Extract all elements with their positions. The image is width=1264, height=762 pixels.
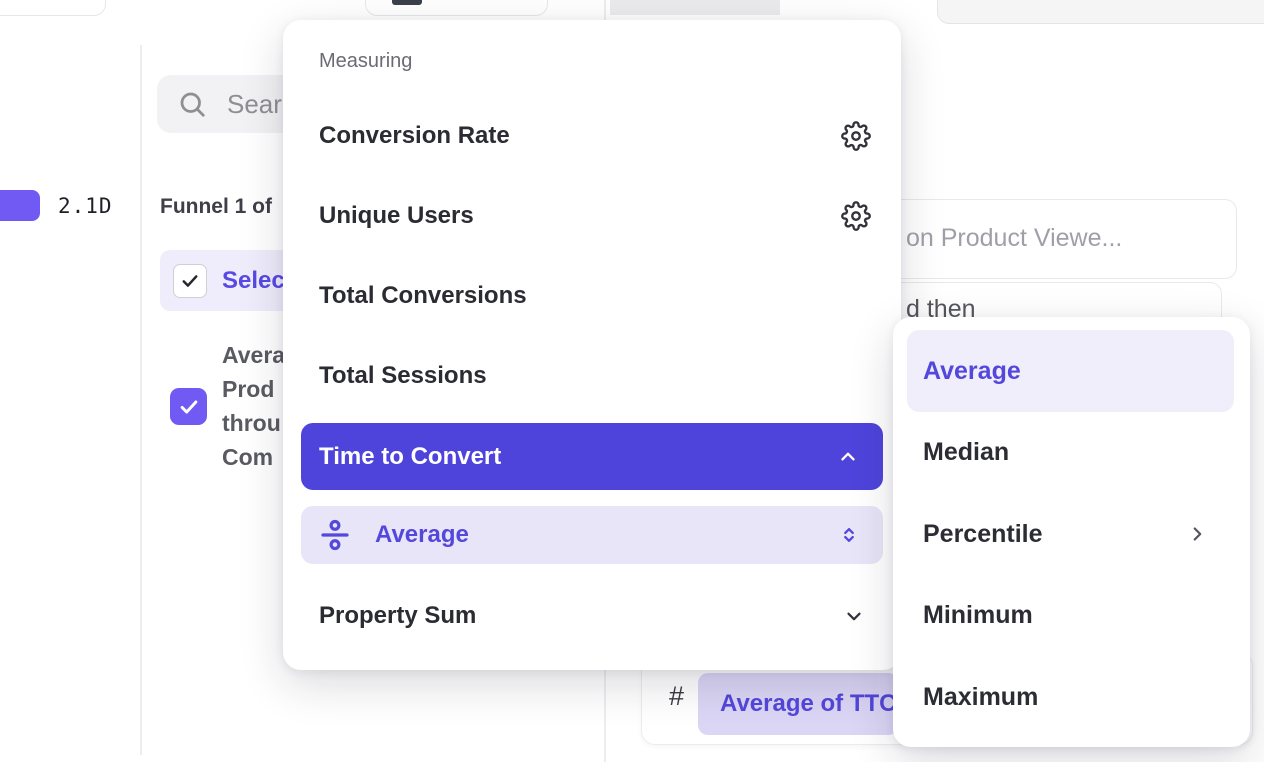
menu-item-label: Total Sessions [319,362,487,390]
top-tab-fragment [610,0,780,15]
menu-item-label: Conversion Rate [319,122,510,150]
metric-description-line: Com [222,440,285,474]
metric-color-swatch [0,190,40,221]
average-icon [319,519,351,551]
submenu-item-label: Average [923,357,1021,386]
submenu-item-average[interactable]: Average [907,330,1234,412]
menu-item-time-to-convert[interactable]: Time to Convert [301,423,883,490]
metric-pill[interactable]: Average of TTC [698,673,898,735]
measuring-dropdown: Measuring Conversion Rate Unique Users T… [283,20,901,670]
metric-description-line: throu [222,406,285,440]
funnel-step-text: on Product Viewe... [906,224,1122,253]
aggregation-submenu: Average Median Percentile Minimum Maximu… [893,317,1250,747]
submenu-item-label: Maximum [923,683,1038,712]
checkmark-icon [180,271,200,291]
menu-item-label: Property Sum [319,602,476,630]
menu-item-unique-users[interactable]: Unique Users [283,176,901,256]
left-pane-divider [140,45,142,755]
menu-item-label: Unique Users [319,202,474,230]
gear-icon[interactable] [841,201,871,231]
menu-item-label: Average [375,521,469,549]
chevron-up-down-icon [839,525,859,545]
metric-description-line: Prod [222,372,285,406]
top-left-card-fragment [0,0,106,16]
submenu-item-maximum[interactable]: Maximum [907,656,1234,738]
measuring-header: Measuring [319,50,412,73]
menu-item-label: Time to Convert [319,443,501,471]
submenu-item-label: Median [923,438,1009,467]
metric-description-line: Avera [222,338,285,372]
numeric-type-indicator: # [669,681,684,712]
funnel-analysis-screen: Search 2.1D Funnel 1 of Select Avera Pro… [0,0,1264,762]
menu-item-conversion-rate[interactable]: Conversion Rate [283,96,901,176]
metric-checkbox[interactable] [170,388,207,425]
chevron-right-icon [1186,523,1208,545]
submenu-item-label: Percentile [923,520,1043,549]
metric-chip[interactable]: 2.1D [0,190,113,221]
metric-pill-label: Average of TTC [720,690,896,718]
menu-item-total-conversions[interactable]: Total Conversions [283,256,901,336]
gear-icon[interactable] [841,121,871,151]
menu-item-property-sum[interactable]: Property Sum [283,576,901,656]
submenu-item-minimum[interactable]: Minimum [907,575,1234,656]
chevron-up-icon [837,446,859,468]
menu-item-average[interactable]: Average [301,506,883,564]
select-all-checkbox[interactable] [173,264,207,298]
top-right-panel-fragment [937,0,1264,24]
checkmark-icon [178,396,200,418]
menu-item-label: Total Conversions [319,282,527,310]
search-icon [177,89,207,119]
chevron-down-icon [843,605,865,627]
menu-item-total-sessions[interactable]: Total Sessions [283,336,901,416]
submenu-item-percentile[interactable]: Percentile [907,493,1234,575]
toolbar-icon-fragment [392,0,422,5]
metric-description: Avera Prod throu Com [222,338,285,474]
funnel-label: Funnel 1 of [160,195,272,219]
submenu-item-label: Minimum [923,601,1033,630]
submenu-item-median[interactable]: Median [907,412,1234,493]
metric-chip-label: 2.1D [58,194,113,218]
